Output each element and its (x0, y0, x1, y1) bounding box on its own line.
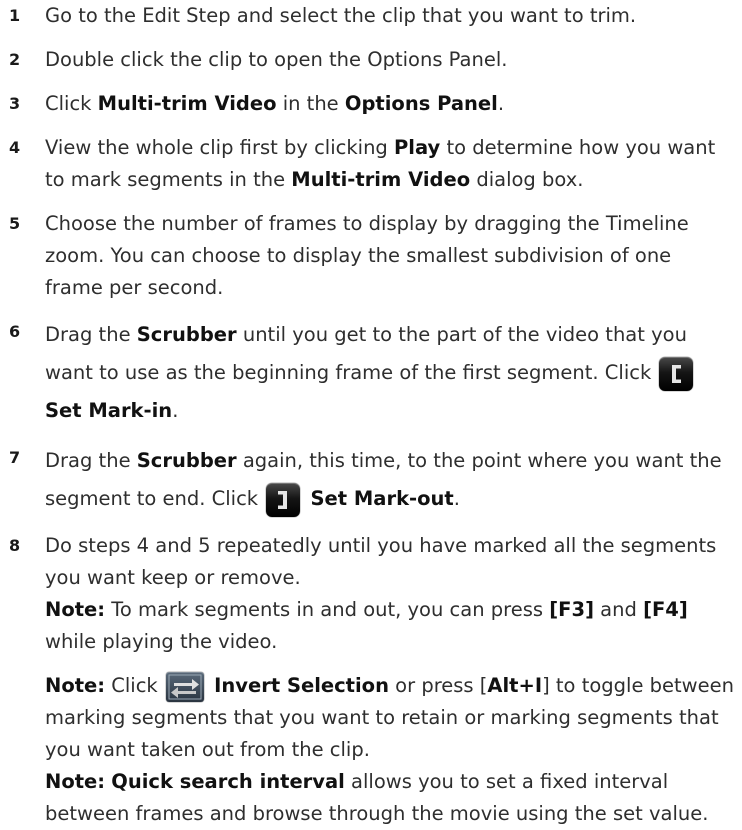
step-number: 4 (9, 138, 21, 157)
ui-term-multi-trim-video: Multi-trim Video (291, 168, 471, 191)
step-text: dialog box. (470, 168, 584, 191)
step-number: 3 (9, 94, 21, 113)
mark-in-bracket-icon (659, 356, 694, 391)
note-text: while playing the video. (45, 630, 278, 653)
step-text: View the whole clip first by clicking (45, 136, 395, 159)
document-body: 1 Go to the Edit Step and select the cli… (0, 0, 742, 830)
note-invert-selection: Note: Click Invert Selection or press [A… (45, 670, 734, 766)
ui-term-scrubber: Scrubber (136, 323, 237, 346)
ui-term-multi-trim-video: Multi-trim Video (97, 92, 277, 115)
note-text: Click (105, 674, 164, 697)
step-7: 7 Drag the Scrubber again, this time, to… (0, 442, 742, 518)
step-text: Drag the (45, 449, 137, 472)
ui-term-options-panel: Options Panel (344, 92, 498, 115)
step-text: Double click the clip to open the Option… (45, 48, 508, 71)
note-text: or press [ (388, 674, 488, 697)
key-alt-i: Alt+I (487, 674, 543, 697)
step-text: . (172, 399, 179, 422)
note-quick-search: Note: Quick search interval allows you t… (45, 766, 734, 830)
ui-term-invert-selection: Invert Selection (214, 674, 389, 697)
note-shortcut-keys: Note: To mark segments in and out, you c… (45, 594, 734, 658)
step-4: 4 View the whole clip first by clicking … (0, 132, 742, 196)
note-text: To mark segments in and out, you can pre… (105, 598, 550, 621)
step-number: 5 (9, 214, 21, 233)
step-text: in the (276, 92, 345, 115)
ui-term-quick-search-interval: Quick search interval (111, 770, 345, 793)
step-number: 7 (9, 448, 21, 467)
step-text: Go to the Edit Step and select the clip … (45, 4, 637, 27)
note-text: and (593, 598, 644, 621)
step-number: 1 (9, 6, 21, 25)
note-label: Note: (45, 674, 106, 697)
note-label: Note: (45, 598, 106, 621)
note-label: Note: (45, 770, 106, 793)
key-f4: [F4] (643, 598, 688, 621)
ui-term-scrubber: Scrubber (136, 449, 237, 472)
step-8: 8 Do steps 4 and 5 repeatedly until you … (0, 530, 742, 830)
mark-out-bracket-icon (266, 482, 301, 517)
step-text: Click (45, 92, 98, 115)
invert-selection-arrows-icon (165, 671, 204, 702)
step-text: Do steps 4 and 5 repeatedly until you ha… (45, 534, 717, 589)
step-text: . (453, 487, 460, 510)
step-number: 8 (9, 536, 21, 555)
step-2: 2 Double click the clip to open the Opti… (0, 44, 742, 76)
step-3: 3 Click Multi-trim Video in the Options … (0, 88, 742, 120)
ui-term-play: Play (394, 136, 441, 159)
step-number: 6 (9, 322, 21, 341)
step-number: 2 (9, 50, 21, 69)
step-text: Choose the number of frames to display b… (45, 212, 689, 299)
step-6: 6 Drag the Scrubber until you get to the… (0, 316, 742, 430)
ui-term-set-mark-out: Set Mark-out (310, 487, 454, 510)
step-5: 5 Choose the number of frames to display… (0, 208, 742, 304)
key-f3: [F3] (549, 598, 594, 621)
step-text: . (497, 92, 505, 115)
ui-term-set-mark-in: Set Mark-in (45, 399, 173, 422)
step-text: Drag the (45, 323, 137, 346)
step-1: 1 Go to the Edit Step and select the cli… (0, 0, 742, 32)
